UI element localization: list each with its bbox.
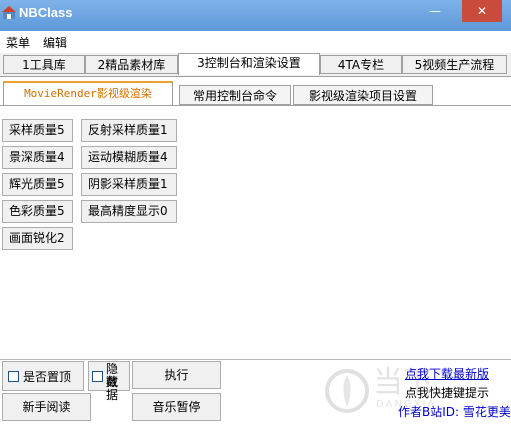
max-precision-button[interactable]: 最高精度显示0 — [81, 200, 177, 223]
close-button[interactable]: ✕ — [462, 0, 502, 22]
reflection-sample-button[interactable]: 反射采样质量1 — [81, 119, 177, 142]
minimize-button[interactable]: — — [425, 0, 445, 22]
topmost-label: 是否置顶 — [23, 370, 72, 384]
hide-data-checkbox[interactable] — [92, 371, 103, 382]
tab-material-library[interactable]: 2精品素材库 — [85, 55, 178, 74]
color-quality-button[interactable]: 色彩质量5 — [2, 200, 73, 223]
tab-movie-render[interactable]: MovieRender影视级渲染 — [3, 81, 173, 105]
tab-video-workflow[interactable]: 5视频生产流程 — [402, 55, 507, 74]
execute-button[interactable]: 执行 — [132, 361, 221, 389]
author-bilibili-link[interactable]: 作者B站ID: 雪花更美 — [398, 403, 511, 420]
app-icon — [2, 6, 16, 19]
tab-render-project-settings[interactable]: 影视级渲染项目设置 — [293, 85, 433, 105]
window-title: NBClass — [19, 5, 73, 20]
tab-tool-library[interactable]: 1工具库 — [3, 55, 85, 74]
sub-tab-bar: MovieRender影视级渲染 常用控制台命令 影视级渲染项目设置 — [0, 77, 511, 107]
dof-quality-button[interactable]: 景深质量4 — [2, 146, 73, 169]
beginner-guide-button[interactable]: 新手阅读 — [2, 393, 91, 421]
menu-item-edit[interactable]: 编辑 — [43, 34, 67, 51]
menu-bar: 菜单 编辑 — [0, 31, 511, 53]
shortcut-hint-link[interactable]: 点我快捷键提示 — [405, 384, 489, 401]
hide-data-group: 隐藏 数据 — [88, 361, 130, 402]
main-panel: MovieRender影视级渲染 常用控制台命令 影视级渲染项目设置 采样质量5… — [0, 76, 511, 426]
sharpen-button[interactable]: 画面锐化2 — [2, 227, 73, 250]
menu-item-menu[interactable]: 菜单 — [6, 34, 30, 51]
topmost-group: 是否置顶 — [2, 361, 84, 391]
title-bar: NBClass — ✕ — [0, 0, 511, 31]
sample-quality-button[interactable]: 采样质量5 — [2, 119, 73, 142]
tab-ta-column[interactable]: 4TA专栏 — [320, 55, 402, 74]
music-pause-button[interactable]: 音乐暂停 — [132, 393, 221, 421]
hide-data-label-line2: 数据 — [106, 375, 119, 402]
download-latest-link[interactable]: 点我下载最新版 — [405, 365, 489, 382]
bloom-quality-button[interactable]: 辉光质量5 — [2, 173, 73, 196]
topmost-checkbox[interactable] — [8, 371, 19, 382]
tab-console-render[interactable]: 3控制台和渲染设置 — [178, 53, 320, 75]
main-tab-bar: 1工具库 2精品素材库 3控制台和渲染设置 4TA专栏 5视频生产流程 — [0, 53, 511, 77]
motion-blur-button[interactable]: 运动模糊质量4 — [81, 146, 177, 169]
shadow-sample-button[interactable]: 阴影采样质量1 — [81, 173, 177, 196]
tab-console-commands[interactable]: 常用控制台命令 — [179, 85, 291, 105]
